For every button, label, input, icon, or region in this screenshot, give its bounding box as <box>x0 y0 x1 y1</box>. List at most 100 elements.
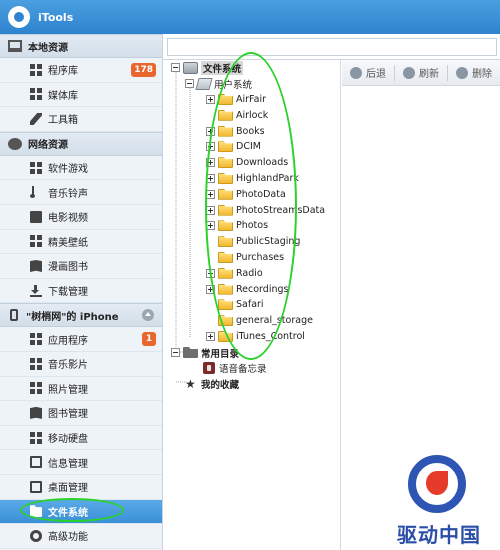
sidebar-item-music-video[interactable]: 音乐影片 <box>0 352 162 377</box>
section-device[interactable]: "树梢网"的 iPhone <box>0 303 162 328</box>
expand-icon[interactable] <box>206 332 215 341</box>
app-title: iTools <box>38 10 74 24</box>
folder-icon <box>218 173 233 184</box>
sidebar-item-books[interactable]: 图书管理 <box>0 401 162 426</box>
tree-node-folder[interactable]: Photos <box>206 218 268 233</box>
book-icon <box>30 406 42 419</box>
sidebar-item-label: 媒体库 <box>48 90 78 102</box>
toolbar: 后退 刷新 删除 <box>342 60 500 86</box>
collapse-icon[interactable] <box>171 63 180 72</box>
folder-icon <box>218 141 233 153</box>
tree-node-folder[interactable]: Books <box>206 124 265 139</box>
sidebar-item-photos[interactable]: 照片管理 <box>0 377 162 402</box>
title-bar: iTools <box>0 0 500 34</box>
tree-node-label: Radio <box>236 267 263 279</box>
expand-icon[interactable] <box>206 158 215 168</box>
back-button[interactable]: 后退 <box>350 65 386 80</box>
tree-node-folder[interactable]: AirFair <box>206 92 266 107</box>
path-input[interactable] <box>167 38 497 56</box>
folder-icon <box>218 125 233 137</box>
sidebar-item-label: 桌面管理 <box>48 483 88 495</box>
tree-node-label: PhotoData <box>236 188 286 200</box>
sidebar-item-label: 高级功能 <box>48 532 88 544</box>
sidebar-item-downloads[interactable]: 下载管理 <box>0 279 162 304</box>
back-label: 后退 <box>366 69 386 80</box>
toolbar-divider <box>394 64 395 81</box>
eject-icon[interactable] <box>142 309 154 322</box>
folder-icon <box>218 109 233 121</box>
sidebar-item-label: 工具箱 <box>48 115 78 127</box>
tree-node-folder[interactable]: PublicStaging <box>206 234 300 249</box>
tree-node-common-dirs[interactable]: 常用目录 <box>171 345 239 360</box>
toolbar-divider <box>447 64 448 81</box>
expand-icon[interactable] <box>206 221 215 231</box>
refresh-button[interactable]: 刷新 <box>403 65 439 80</box>
sidebar-item-software-games[interactable]: 软件游戏 <box>0 156 162 181</box>
sidebar-item-advanced[interactable]: 高级功能 <box>0 524 162 549</box>
sidebar-item-file-system[interactable]: 文件系统 <box>0 499 162 525</box>
sidebar-item-label: 漫画图书 <box>48 262 88 274</box>
tree-node-folder[interactable]: Safari <box>206 297 264 312</box>
music-note-icon <box>30 186 42 199</box>
watermark: 驱动中国 <box>380 455 498 547</box>
tree-node-folder[interactable]: Downloads <box>206 155 288 170</box>
sidebar-item-music-ringtones[interactable]: 音乐铃声 <box>0 180 162 205</box>
sidebar-item-applications[interactable]: 应用程序 1 <box>0 327 162 352</box>
refresh-label: 刷新 <box>419 69 439 80</box>
tree-node-folder[interactable]: HighlandPark <box>206 171 299 186</box>
expand-icon[interactable] <box>206 126 215 136</box>
sidebar-item-comics-books[interactable]: 漫画图书 <box>0 254 162 279</box>
tree-node-user-system[interactable]: 用户系统 <box>185 76 252 91</box>
tree-node-label: Purchases <box>236 252 285 263</box>
sidebar-item-wallpapers[interactable]: 精美壁纸 <box>0 230 162 255</box>
section-local-resources[interactable]: 本地资源 <box>0 34 162 58</box>
tree-node-folder[interactable]: iTunes_Control <box>206 329 305 344</box>
voice-memo-icon <box>203 361 215 374</box>
expand-icon[interactable] <box>206 142 215 152</box>
sidebar-item-media-library[interactable]: 媒体库 <box>0 83 162 108</box>
tree-node-folder[interactable]: general_storage <box>206 313 313 328</box>
tree-node-folder[interactable]: PhotoStreamsData <box>206 203 325 218</box>
watermark-logo-icon <box>408 455 466 513</box>
collapse-icon[interactable] <box>171 348 180 357</box>
wrench-icon <box>30 112 42 125</box>
delete-button[interactable]: 删除 <box>456 65 492 80</box>
grid-icon <box>30 431 42 444</box>
grid-icon <box>30 161 42 174</box>
tree-node-label: 用户系统 <box>214 79 253 91</box>
sidebar-item-messages[interactable]: 信息管理 <box>0 450 162 475</box>
folder-icon <box>218 204 233 216</box>
tree-node-label: Safari <box>236 299 264 311</box>
expand-icon[interactable] <box>206 205 215 215</box>
tree-node-file-system[interactable]: 文件系统 <box>171 60 244 75</box>
tree-node-label: 语音备忘录 <box>219 363 267 375</box>
sidebar-item-app-library[interactable]: 程序库 178 <box>0 58 162 83</box>
sidebar-item-movies[interactable]: 电影视频 <box>0 205 162 230</box>
expand-icon[interactable] <box>206 174 215 183</box>
tree-node-voice-memo[interactable]: 语音备忘录 <box>203 360 267 375</box>
tree-node-folder[interactable]: Recordings <box>206 282 288 297</box>
sidebar-item-label: 下载管理 <box>48 287 88 299</box>
tree-node-folder[interactable]: Airlock <box>206 108 268 123</box>
expand-icon[interactable] <box>206 284 215 294</box>
tree-node-favorites[interactable]: ★ 我的收藏 <box>185 376 239 391</box>
sidebar-item-toolbox[interactable]: 工具箱 <box>0 107 162 132</box>
sidebar-item-desktop[interactable]: 桌面管理 <box>0 475 162 500</box>
tree-node-folder[interactable]: DCIM <box>206 139 261 154</box>
tree-node-folder[interactable]: Purchases <box>206 250 284 265</box>
tree-node-folder[interactable]: PhotoData <box>206 187 286 202</box>
expand-icon[interactable] <box>206 95 215 104</box>
expand-icon[interactable] <box>206 189 215 199</box>
folder-icon <box>218 220 233 232</box>
star-icon: ★ <box>185 376 196 391</box>
refresh-icon <box>403 66 415 79</box>
collapse-icon[interactable] <box>185 79 194 88</box>
sidebar-item-label: 音乐影片 <box>48 360 88 372</box>
folder-icon <box>218 315 233 327</box>
section-network-resources[interactable]: 网络资源 <box>0 131 162 156</box>
delete-icon <box>456 66 468 79</box>
tree-node-folder[interactable]: Radio <box>206 266 263 281</box>
expand-icon[interactable] <box>206 268 215 278</box>
sidebar-item-label: 移动硬盘 <box>48 434 88 446</box>
sidebar-item-mobile-disk[interactable]: 移动硬盘 <box>0 426 162 451</box>
